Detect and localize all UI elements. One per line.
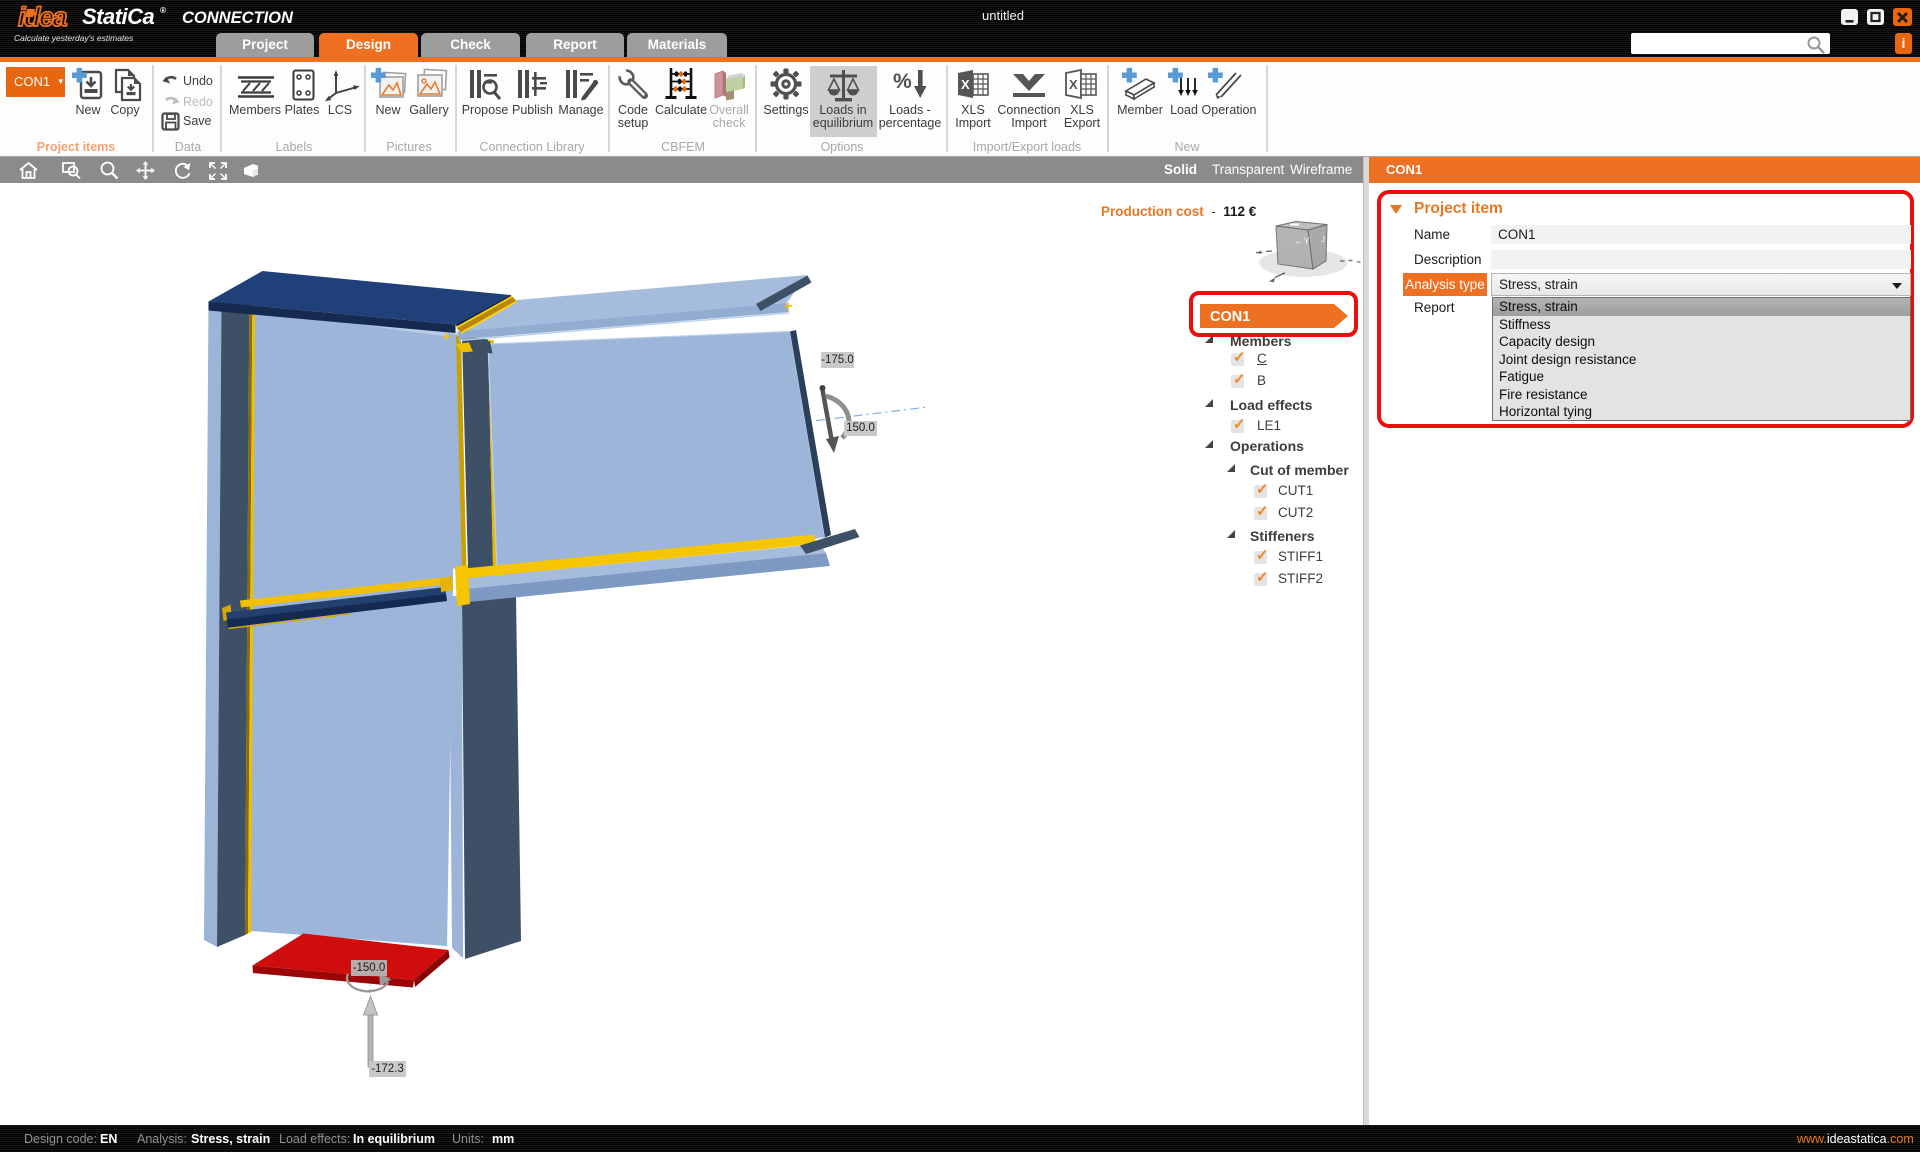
svg-text:←Y: ←Y <box>1294 236 1311 247</box>
svg-text:®: ® <box>160 6 166 15</box>
svg-text:X: X <box>961 77 970 92</box>
svg-text:Calculate yesterday's estimate: Calculate yesterday's estimates <box>14 33 134 43</box>
svg-text:%: % <box>893 70 912 93</box>
svg-text:J: J <box>1321 235 1325 244</box>
svg-text:CON1: CON1 <box>1210 309 1250 325</box>
svg-text:CONNECTION: CONNECTION <box>182 9 294 27</box>
svg-text:X: X <box>1069 77 1078 92</box>
svg-text:StatiCa: StatiCa <box>82 4 155 29</box>
